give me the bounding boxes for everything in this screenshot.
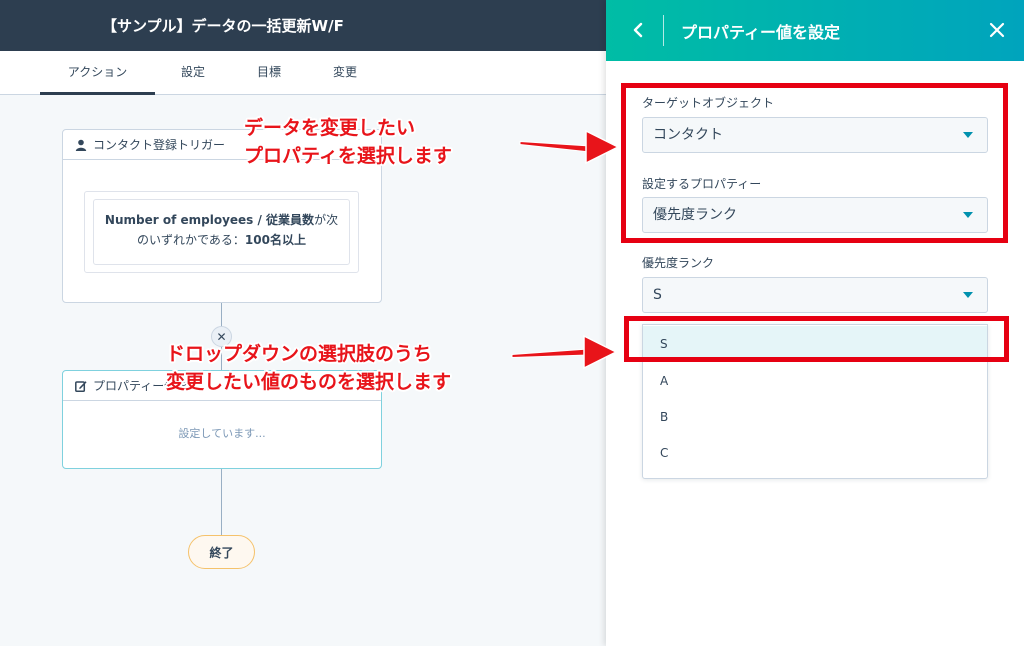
annotation-arrows [511,129,620,370]
annotation-line: ドロップダウンの選択肢のうち [166,343,433,365]
annotation-select-value: ドロップダウンの選択肢のうち 変更したい値のものを選択します [166,340,451,396]
annotation-select-property: データを変更したい プロパティを選択します [244,114,452,170]
annotation-line: データを変更したい [244,117,416,139]
annotation-line: プロパティを選択します [244,145,452,167]
annotation-arrow [519,129,620,165]
annotation-arrow [511,334,618,370]
annotation-line: 変更したい値のものを選択します [166,371,452,393]
